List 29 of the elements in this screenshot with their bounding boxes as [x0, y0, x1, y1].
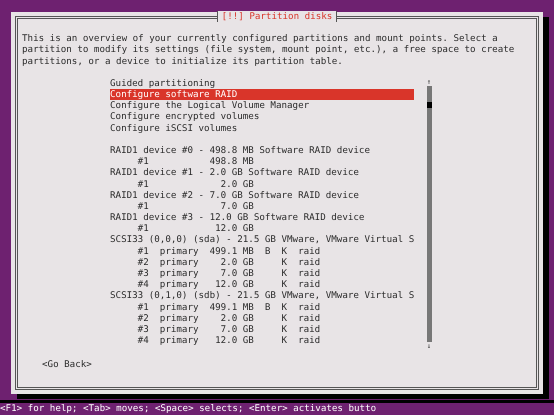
- menu-item[interactable]: #4 primary 12.0 GB K raid: [110, 335, 414, 346]
- menu-item[interactable]: RAID1 device #3 - 12.0 GB Software RAID device: [110, 212, 414, 224]
- menu-item[interactable]: Guided partitioning: [110, 78, 414, 89]
- menu-item[interactable]: #1 primary 499.1 MB B K raid: [110, 246, 414, 257]
- menu-item[interactable]: Configure encrypted volumes: [110, 111, 414, 123]
- scrollbar-track[interactable]: [426, 86, 432, 342]
- menu-item[interactable]: #1 7.0 GB: [110, 200, 414, 212]
- menu-item[interactable]: Configure the Logical Volume Manager: [110, 100, 414, 112]
- menu-item[interactable]: #3 primary 7.0 GB K raid: [110, 268, 414, 280]
- menu-item[interactable]: RAID1 device #1 - 2.0 GB Software RAID device: [110, 167, 414, 178]
- menu-item[interactable]: #2 primary 2.0 GB K raid: [110, 312, 414, 324]
- description-text: This is an overview of your currently configured partitions and mount points. Select a partition to modify its settings (file system, mount point, etc.), a free space to create partitions, or a device to initialize its partition table.: [22, 33, 516, 67]
- menu-item[interactable]: #1 2.0 GB: [110, 178, 414, 190]
- menu-item[interactable]: #1 primary 499.1 MB B K raid: [110, 302, 414, 313]
- dialog-title: [!!] Partition disks: [216, 11, 338, 22]
- menu-item[interactable]: Configure iSCSI volumes: [110, 122, 414, 134]
- status-text: <F1> for help; <Tab> moves; <Space> selects; <Enter> activates butto: [0, 403, 376, 414]
- scrollbar-thumb[interactable]: [426, 102, 432, 108]
- menu-item[interactable]: #2 primary 2.0 GB K raid: [110, 256, 414, 268]
- menu-item[interactable]: RAID1 device #0 - 498.8 MB Software RAID device: [110, 144, 414, 156]
- go-back-button[interactable]: <Go Back>: [42, 358, 92, 370]
- menu-item[interactable]: #1 498.8 MB: [110, 156, 414, 168]
- menu-item[interactable]: Configure software RAID: [110, 89, 414, 100]
- menu-item[interactable]: #3 primary 7.0 GB K raid: [110, 324, 414, 336]
- menu-item[interactable]: RAID1 device #2 - 7.0 GB Software RAID device: [110, 190, 414, 201]
- menu-item[interactable]: #1 12.0 GB: [110, 223, 414, 234]
- menu-item[interactable]: #4 primary 12.0 GB K raid: [110, 279, 414, 290]
- menu-item[interactable]: SCSI33 (0,1,0) (sdb) - 21.5 GB VMware, VMware Virtual S: [110, 290, 414, 302]
- menu-item[interactable]: SCSI33 (0,0,0) (sda) - 21.5 GB VMware, VMware Virtual S: [110, 234, 414, 246]
